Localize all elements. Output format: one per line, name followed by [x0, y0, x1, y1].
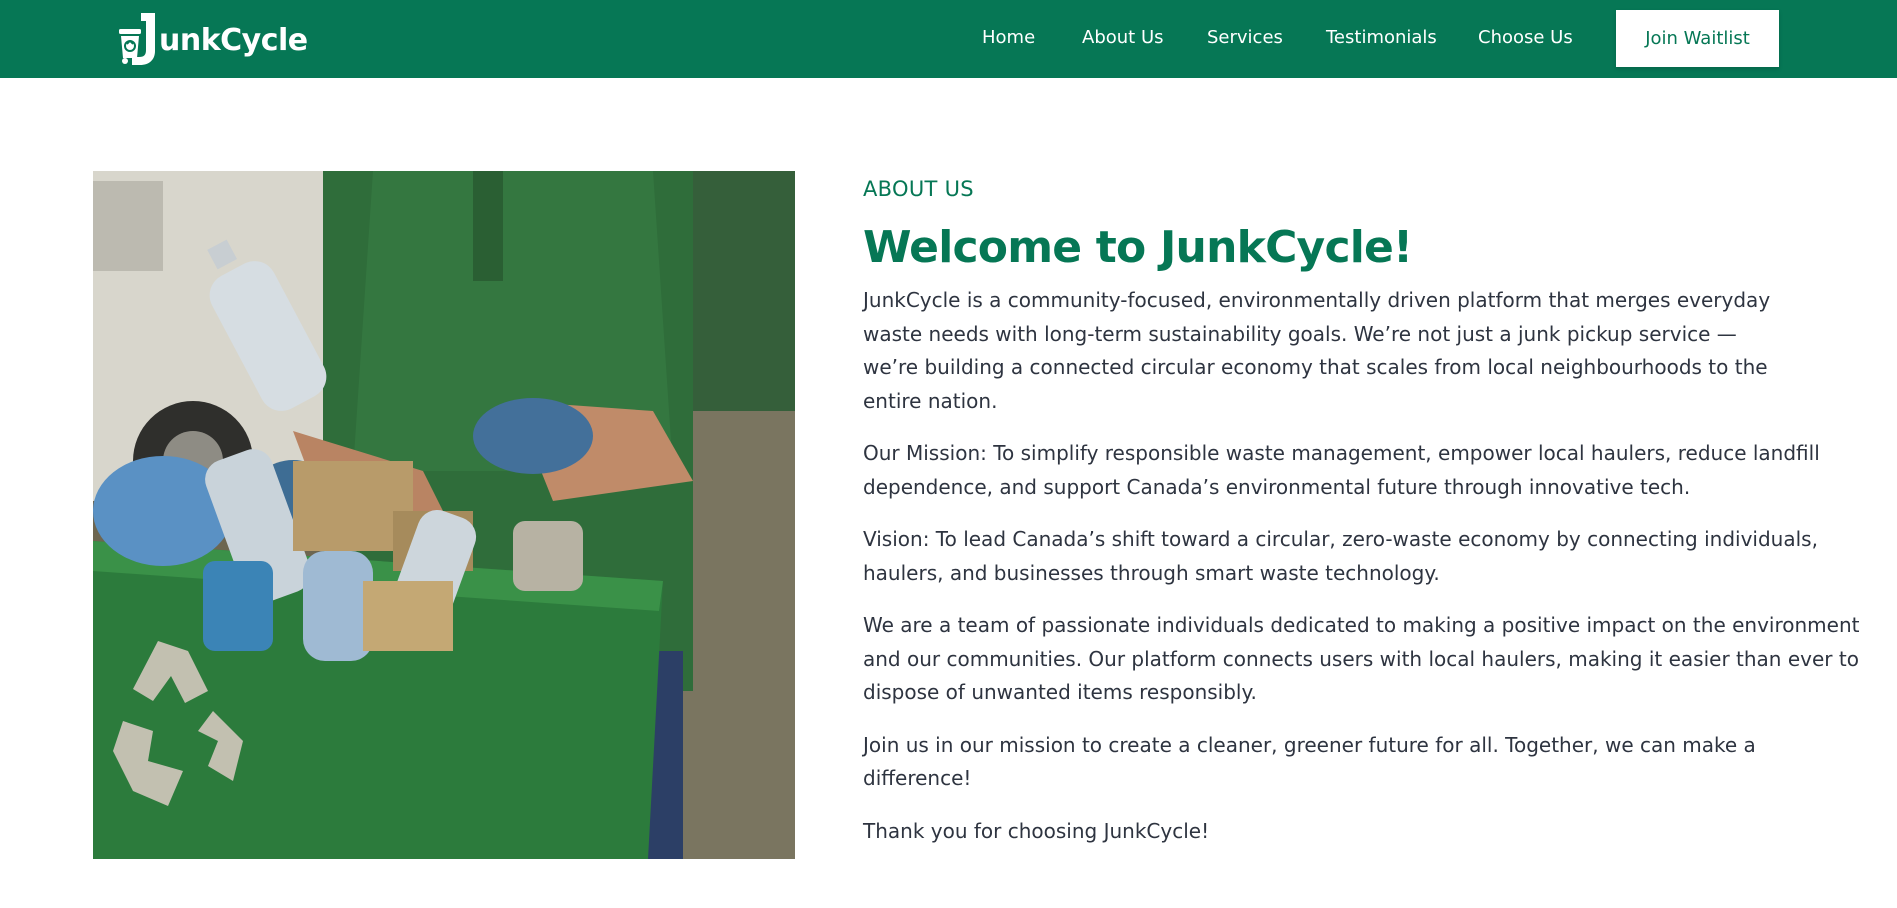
about-paragraph-vision: Vision: To lead Canada’s shift toward a …	[863, 527, 1818, 585]
nav-about-us[interactable]: About Us	[1082, 27, 1164, 48]
about-paragraph-intro: JunkCycle is a community-focused, enviro…	[863, 288, 1771, 413]
about-paragraph-team: We are a team of passionate individuals …	[863, 613, 1860, 704]
section-eyebrow: ABOUT US	[863, 177, 974, 201]
nav-services[interactable]: Services	[1207, 27, 1283, 48]
junk-bin-recycle-icon	[115, 9, 163, 67]
logo[interactable]: unkCycle	[115, 8, 308, 68]
join-waitlist-button[interactable]: Join Waitlist	[1616, 10, 1779, 67]
nav-choose-us[interactable]: Choose Us	[1478, 27, 1573, 48]
about-paragraph-mission: Our Mission: To simplify responsible was…	[863, 441, 1820, 499]
nav-testimonials[interactable]: Testimonials	[1326, 27, 1437, 48]
about-section: ABOUT US Welcome to JunkCycle! JunkCycle…	[863, 176, 1863, 848]
about-paragraph-thanks: Thank you for choosing JunkCycle!	[863, 818, 1210, 843]
logo-text: unkCycle	[159, 22, 308, 58]
recycling-bin-worker-photo	[93, 171, 795, 859]
site-header: unkCycle Home About Us Services Testimon…	[0, 0, 1897, 78]
page-title: Welcome to JunkCycle!	[863, 222, 1413, 273]
about-paragraph-join: Join us in our mission to create a clean…	[863, 732, 1756, 791]
nav-home[interactable]: Home	[982, 27, 1035, 48]
